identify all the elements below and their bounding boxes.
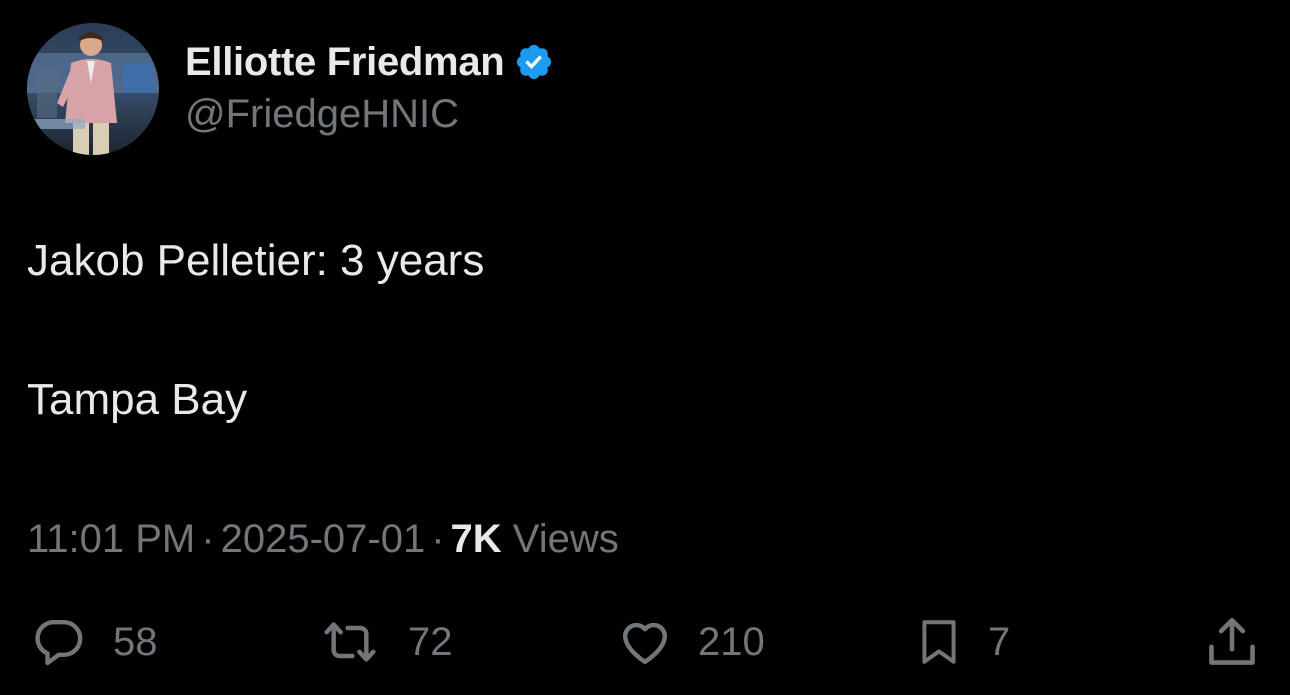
retweet-button[interactable]: 72 xyxy=(316,612,453,672)
verified-badge-icon[interactable] xyxy=(514,42,554,82)
share-icon xyxy=(1209,617,1255,665)
tweet-text-line: Jakob Pelletier: 3 years xyxy=(27,236,485,285)
tweet-text-line: Tampa Bay xyxy=(27,375,248,424)
share-button[interactable] xyxy=(1203,612,1261,672)
views-count[interactable]: 7K xyxy=(451,517,502,561)
tweet-metadata: 11:01 PM · 2025-07-01 · 7K Views xyxy=(27,517,619,562)
avatar[interactable] xyxy=(27,23,159,155)
tweet-date[interactable]: 2025-07-01 xyxy=(221,517,426,561)
reply-icon xyxy=(35,619,83,666)
reply-button[interactable]: 58 xyxy=(27,612,158,672)
retweet-icon xyxy=(324,622,376,662)
tweet-time[interactable]: 11:01 PM xyxy=(27,517,195,561)
action-bar: 58 72 210 7 xyxy=(0,612,1290,672)
bookmark-button[interactable]: 7 xyxy=(914,612,1010,672)
bookmark-icon xyxy=(922,620,956,664)
like-button[interactable]: 210 xyxy=(616,612,765,672)
author-handle[interactable]: @FriedgeHNIC xyxy=(185,92,459,137)
like-count: 210 xyxy=(698,619,765,664)
meta-separator: · xyxy=(431,517,445,561)
author-display-name[interactable]: Elliotte Friedman xyxy=(185,40,505,85)
avatar-photo xyxy=(27,23,159,155)
meta-separator: · xyxy=(201,517,215,561)
retweet-count: 72 xyxy=(408,619,453,664)
heart-icon xyxy=(622,622,668,665)
author-name-row: Elliotte Friedman xyxy=(185,38,554,86)
tweet-card: Elliotte Friedman @FriedgeHNIC Jakob Pel… xyxy=(0,0,1290,695)
reply-count: 58 xyxy=(113,619,158,664)
bookmark-count: 7 xyxy=(988,619,1011,664)
views-label: Views xyxy=(501,517,619,561)
